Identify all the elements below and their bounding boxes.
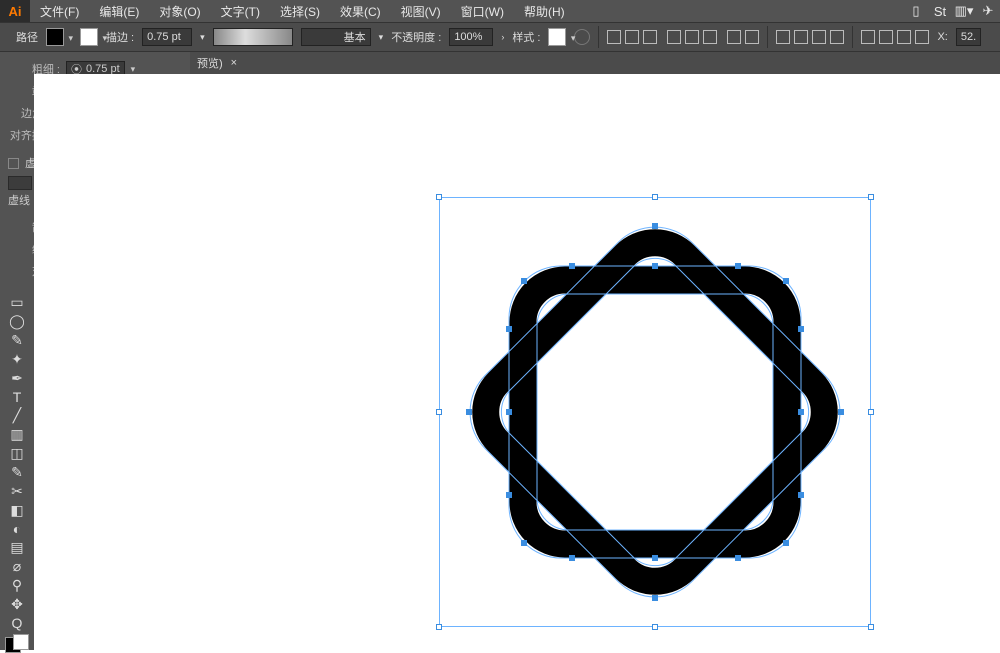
tool-strip: ▭ ◯ ✎ ✦ ✒ T ╱ ▥ ◫ ✎ ✂ ◧ ◐ ▤ ⌀ ⚲ ✥ Q: [0, 290, 34, 650]
stroke-label: 描边 :: [106, 29, 134, 45]
tool-pencil[interactable]: ✎: [4, 332, 30, 349]
arrange-icon[interactable]: ▥▾: [952, 3, 976, 19]
align-hcenter-icon[interactable]: [625, 30, 639, 44]
object-type-label: 路径: [16, 29, 38, 45]
shape-mode-buttons: [776, 30, 844, 44]
menu-file[interactable]: 文件(F): [30, 0, 89, 22]
tool-artboard[interactable]: ◫: [4, 445, 30, 462]
style-swatch[interactable]: ▾: [548, 28, 566, 46]
tool-grid[interactable]: ▥: [4, 426, 30, 443]
menu-type[interactable]: 文字(T): [211, 0, 270, 22]
search-icon[interactable]: ▯: [904, 3, 928, 19]
tab-title: 预览): [197, 55, 223, 71]
tool-rectangle[interactable]: ▭: [4, 294, 30, 311]
stock-icon[interactable]: St: [928, 4, 952, 19]
color-well[interactable]: [5, 637, 29, 650]
minus-front-icon[interactable]: [794, 30, 808, 44]
dash-cell-1[interactable]: [8, 176, 32, 190]
dash-col-0: 虚线: [8, 192, 30, 208]
app-logo: Ai: [0, 0, 30, 22]
transform-buttons: [861, 30, 929, 44]
tool-line[interactable]: ╱: [4, 407, 30, 424]
transform-3-icon[interactable]: [897, 30, 911, 44]
dropdown-icon[interactable]: ▾: [131, 64, 136, 75]
transform-4-icon[interactable]: [915, 30, 929, 44]
tool-scissors[interactable]: ✂: [4, 483, 30, 500]
x-label: X:: [937, 31, 947, 43]
close-icon[interactable]: ×: [231, 57, 237, 69]
tool-type[interactable]: T: [4, 389, 30, 405]
intersect-icon[interactable]: [812, 30, 826, 44]
tool-gradient[interactable]: ◐: [4, 521, 30, 537]
document-tabs: 预览) ×: [185, 52, 1000, 74]
exclude-icon[interactable]: [830, 30, 844, 44]
artwork-octagram[interactable]: [439, 196, 871, 628]
transform-1-icon[interactable]: [861, 30, 875, 44]
canvas[interactable]: [34, 74, 1000, 650]
tool-brush[interactable]: ✎: [4, 464, 30, 481]
brush-preview[interactable]: [213, 28, 293, 46]
share-icon[interactable]: ✈: [976, 3, 1000, 19]
unite-icon[interactable]: [776, 30, 790, 44]
tool-zoom[interactable]: Q: [4, 615, 30, 631]
style-label: 样式 :: [512, 29, 540, 45]
menu-help[interactable]: 帮助(H): [514, 0, 575, 22]
menu-view[interactable]: 视图(V): [391, 0, 451, 22]
tab-document-active[interactable]: 预览) ×: [189, 55, 245, 71]
stroke-weight-input[interactable]: 0.75 pt: [142, 28, 192, 46]
menu-bar: Ai 文件(F) 编辑(E) 对象(O) 文字(T) 选择(S) 效果(C) 视…: [0, 0, 1000, 22]
align-left-icon[interactable]: [607, 30, 621, 44]
tool-pen[interactable]: ✒: [4, 370, 30, 387]
tool-slice[interactable]: ⌀: [4, 558, 30, 575]
fill-swatch[interactable]: ▾: [46, 28, 64, 46]
tool-livepaint[interactable]: ◧: [4, 502, 30, 519]
align-bottom-icon[interactable]: [703, 30, 717, 44]
align-right-icon[interactable]: [643, 30, 657, 44]
stroke-swatch[interactable]: ▾: [80, 28, 98, 46]
control-bar: 路径 ▾ ▾ 描边 : 0.75 pt ▾ 基本 ▾ 不透明度 : 100% ›…: [0, 22, 1000, 52]
opacity-input[interactable]: 100%: [449, 28, 493, 46]
align-vcenter-icon[interactable]: [685, 30, 699, 44]
menu-object[interactable]: 对象(O): [149, 0, 210, 22]
menu-edit[interactable]: 编辑(E): [89, 0, 149, 22]
menu-select[interactable]: 选择(S): [270, 0, 330, 22]
menu-window[interactable]: 窗口(W): [451, 0, 514, 22]
x-coordinate-input[interactable]: 52.: [956, 28, 981, 46]
opacity-label: 不透明度 :: [391, 29, 441, 45]
distribute-h-icon[interactable]: [727, 30, 741, 44]
transform-2-icon[interactable]: [879, 30, 893, 44]
dash-checkbox[interactable]: [8, 158, 19, 169]
tool-eyedropper[interactable]: ⚲: [4, 577, 30, 594]
tool-ellipse[interactable]: ◯: [4, 313, 30, 330]
align-top-icon[interactable]: [667, 30, 681, 44]
recolor-icon[interactable]: [574, 29, 590, 45]
align-buttons: [607, 30, 759, 44]
brush-preset[interactable]: 基本: [301, 28, 371, 46]
menu-effect[interactable]: 效果(C): [330, 0, 391, 22]
distribute-v-icon[interactable]: [745, 30, 759, 44]
tool-move[interactable]: ✥: [4, 596, 30, 613]
tool-star[interactable]: ✦: [4, 351, 30, 368]
tool-graph[interactable]: ▤: [4, 539, 30, 556]
stroke-color-icon[interactable]: [13, 634, 29, 650]
